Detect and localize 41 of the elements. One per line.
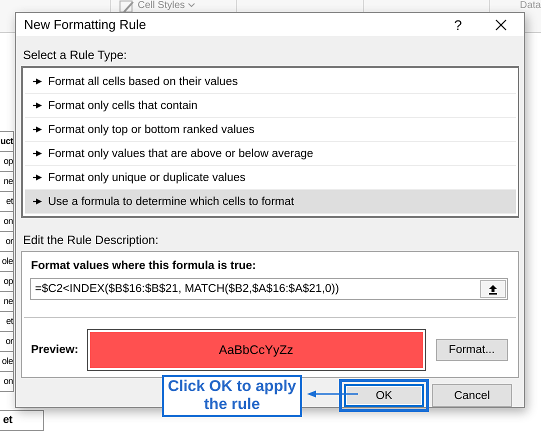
preview-label: Preview:	[31, 344, 80, 356]
close-icon[interactable]	[495, 18, 507, 30]
section-label: Select a Rule Type:	[23, 48, 128, 62]
section-label: Edit the Rule Description:	[23, 233, 160, 247]
table-cell: et	[0, 192, 14, 212]
window-title: New Formatting Rule	[24, 17, 148, 32]
arrow-icon	[33, 174, 42, 181]
table-cell: ole	[0, 352, 14, 372]
arrow-icon	[33, 126, 42, 133]
table-cell: on	[0, 212, 14, 232]
format-preview: AaBbCcYyZz	[90, 332, 423, 368]
table-cell: on	[0, 372, 14, 392]
rule-type-item[interactable]: Format only cells that contain	[25, 94, 516, 118]
cell-styles-icon	[118, 0, 135, 14]
collapse-icon[interactable]	[488, 284, 498, 294]
table-cell: or	[0, 332, 14, 352]
format-button[interactable]: Format...	[436, 339, 508, 361]
arrow-icon	[33, 78, 42, 85]
table-cell: et	[0, 312, 14, 332]
arrow-icon	[33, 150, 42, 157]
table-cell: op	[0, 152, 14, 172]
caret-icon	[188, 3, 195, 8]
table-cell: ole	[0, 252, 14, 272]
formula-field[interactable]: =$C2<INDEX($B$16:$B$21, MATCH($B2,$A$16:$A$21,0))	[30, 278, 508, 300]
table-cell: or	[0, 232, 14, 252]
table-cell: ne	[0, 292, 14, 312]
callout-box: Click OK to apply the rule	[162, 375, 302, 417]
rule-type-item[interactable]: Use a formula to determine which cells to format	[25, 190, 516, 214]
table-cell: ne	[0, 172, 14, 192]
table-cell: uct	[0, 131, 14, 152]
arrow-icon	[33, 102, 42, 109]
dialog-button[interactable]: Cancel	[432, 384, 512, 407]
help-button[interactable]: ?	[438, 16, 478, 32]
table-cell: et	[0, 410, 44, 431]
arrow-icon	[33, 198, 42, 205]
arrow-icon	[307, 390, 358, 398]
table-cell: op	[0, 272, 14, 292]
rule-type-item[interactable]: Format only values that are above or below average	[25, 142, 516, 166]
rule-type-item[interactable]: Format all cells based on their values	[25, 70, 516, 94]
rule-type-item[interactable]: Format only top or bottom ranked values	[25, 118, 516, 142]
formula-label: Format values where this formula is true:	[31, 260, 257, 272]
